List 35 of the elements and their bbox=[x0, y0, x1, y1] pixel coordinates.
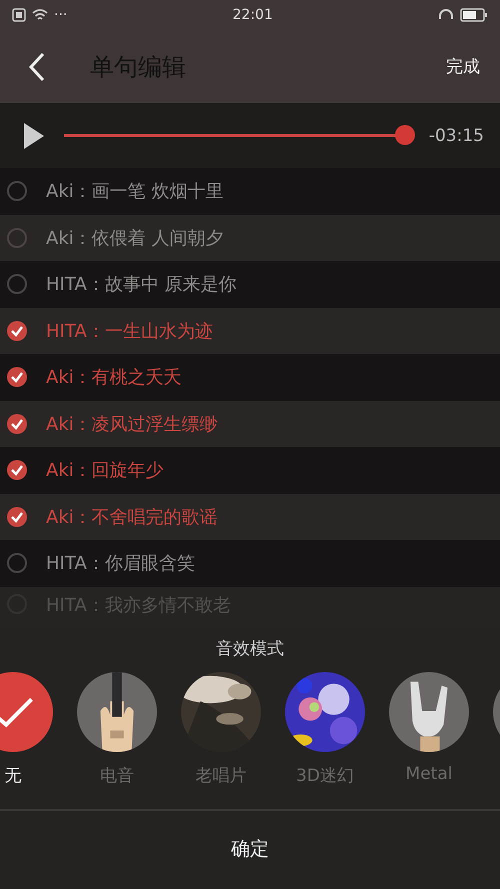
lyric-line: HITA：你眉眼含笑 bbox=[46, 552, 195, 576]
play-icon[interactable] bbox=[22, 122, 46, 150]
remaining-time: -03:15 bbox=[428, 126, 484, 146]
unchecked-circle-icon[interactable] bbox=[6, 226, 28, 249]
wifi-icon bbox=[32, 8, 48, 22]
lyric-line: HITA：故事中 原来是你 bbox=[46, 273, 236, 296]
effect-label: 无 bbox=[4, 764, 22, 786]
progress-thumb[interactable] bbox=[394, 125, 415, 145]
lyric-line: Aki：回旋年少 bbox=[46, 459, 164, 482]
lyric-line: Aki：凌风过浮生缥缈 bbox=[46, 412, 218, 436]
back-icon[interactable] bbox=[28, 52, 46, 82]
checked-icon[interactable] bbox=[6, 412, 28, 435]
lyric-line: Aki：画一笔 炊烟十里 bbox=[46, 180, 224, 204]
checked-icon[interactable] bbox=[6, 506, 28, 528]
lyric-line: HITA：一生山水为迹 bbox=[46, 320, 213, 343]
battery-icon bbox=[460, 8, 488, 22]
lyric-line: Aki：依偎着 人间朝夕 bbox=[46, 226, 224, 250]
lyric-line: Aki：不舍唱完的歌谣 bbox=[46, 506, 218, 529]
notification-dots: ··· bbox=[54, 7, 68, 23]
unchecked-circle-icon[interactable] bbox=[6, 273, 28, 296]
headphones-icon bbox=[438, 8, 454, 22]
clock: 22:01 bbox=[232, 7, 274, 23]
checked-icon[interactable] bbox=[6, 459, 28, 482]
effect-label: 电音 bbox=[100, 764, 134, 786]
lyric-line: Aki：有桃之夭夭 bbox=[46, 366, 182, 390]
done-button[interactable]: 完成 bbox=[446, 55, 480, 78]
effect-label: 3D迷幻 bbox=[296, 764, 354, 786]
unchecked-circle-icon[interactable] bbox=[6, 552, 28, 574]
unchecked-circle-icon[interactable] bbox=[6, 180, 28, 202]
section-title: 音效模式 bbox=[216, 638, 284, 660]
effect-label: Metal bbox=[406, 764, 452, 784]
checked-icon[interactable] bbox=[6, 366, 28, 388]
checked-icon[interactable] bbox=[6, 320, 28, 342]
effect-label: 老唱片 bbox=[196, 764, 246, 786]
sim-card-icon bbox=[12, 8, 26, 22]
